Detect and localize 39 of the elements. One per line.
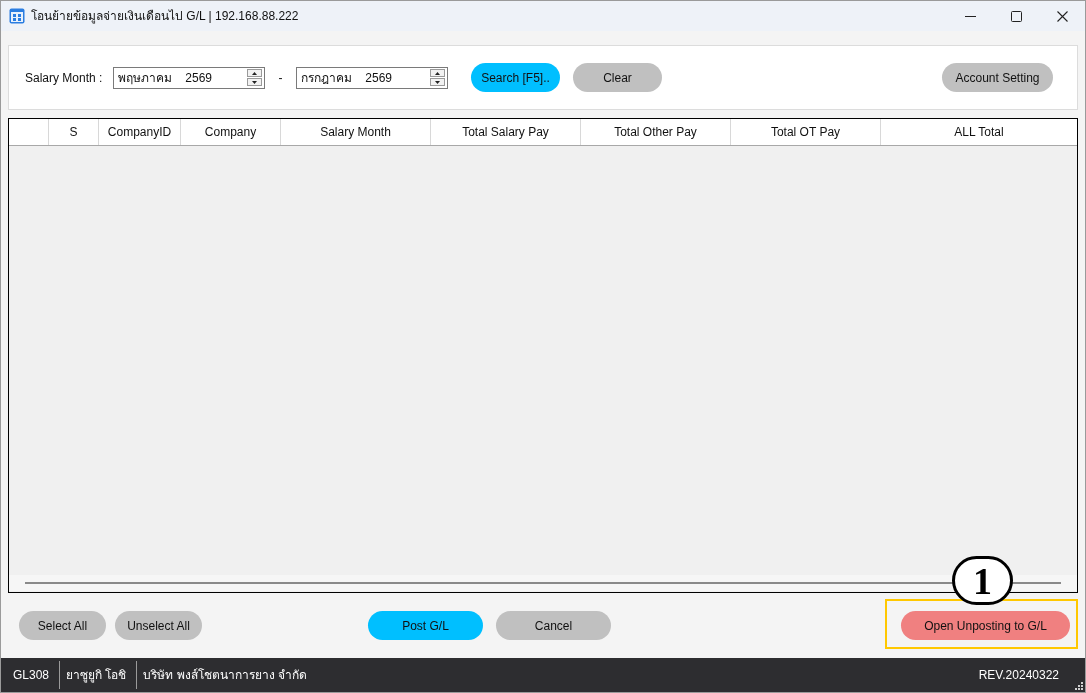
status-text: บริษัท พงส์โชตนาการยาง จำกัด	[142, 667, 309, 684]
action-button[interactable]: Cancel	[496, 611, 611, 640]
column-header[interactable]: Company	[204, 123, 257, 141]
minimize-icon	[964, 15, 976, 17]
column-header[interactable]: Total Salary Pay	[462, 123, 549, 141]
action-button[interactable]: Post G/L	[368, 611, 483, 640]
status-text: ยาซูยูกิ โอชิ	[65, 667, 128, 684]
version-label: REV.20240322	[978, 667, 1059, 684]
action-button[interactable]: Unselect All	[115, 611, 202, 640]
column-header[interactable]: Salary Month	[320, 123, 391, 141]
status-text: GL308	[12, 667, 51, 684]
close-icon	[1056, 10, 1068, 22]
date-spinner-field[interactable]: พฤษภาคม 2569	[113, 66, 265, 89]
scrollbar-thumb[interactable]	[25, 582, 1061, 584]
column-header[interactable]: Total Other Pay	[614, 123, 697, 141]
window-title: โอนย้ายข้อมูลจ่ายเงินเดือนไป G/L | 192.168.88.222	[31, 8, 299, 25]
down-triangle-icon	[435, 80, 440, 84]
column-header[interactable]: CompanyID	[107, 123, 172, 141]
action-button[interactable]: Select All	[19, 611, 106, 640]
column-header[interactable]: ALL Total	[954, 123, 1004, 141]
resize-grip-icon	[1074, 681, 1083, 690]
maximize-icon	[1010, 10, 1022, 22]
salary-month-label: Salary Month :	[25, 69, 104, 87]
calendar-icon	[9, 8, 25, 24]
down-triangle-icon	[252, 80, 257, 84]
account-setting-button[interactable]: Account Setting	[942, 63, 1053, 92]
column-header[interactable]: Total OT Pay	[770, 123, 841, 141]
spin-down-button[interactable]	[247, 78, 262, 86]
column-header[interactable]: S	[69, 123, 78, 141]
filter-button[interactable]: Clear	[573, 63, 662, 92]
action-button[interactable]: Open Unposting to G/L	[901, 611, 1070, 640]
spin-down-button[interactable]	[430, 78, 445, 86]
range-separator: -	[277, 69, 284, 87]
date-spinner-field[interactable]: กรกฎาคม 2569	[296, 66, 448, 89]
spin-up-button[interactable]	[247, 69, 262, 77]
up-triangle-icon	[435, 71, 440, 75]
spin-up-button[interactable]	[430, 69, 445, 77]
filter-button[interactable]: Search [F5]..	[471, 63, 560, 92]
up-triangle-icon	[252, 71, 257, 75]
